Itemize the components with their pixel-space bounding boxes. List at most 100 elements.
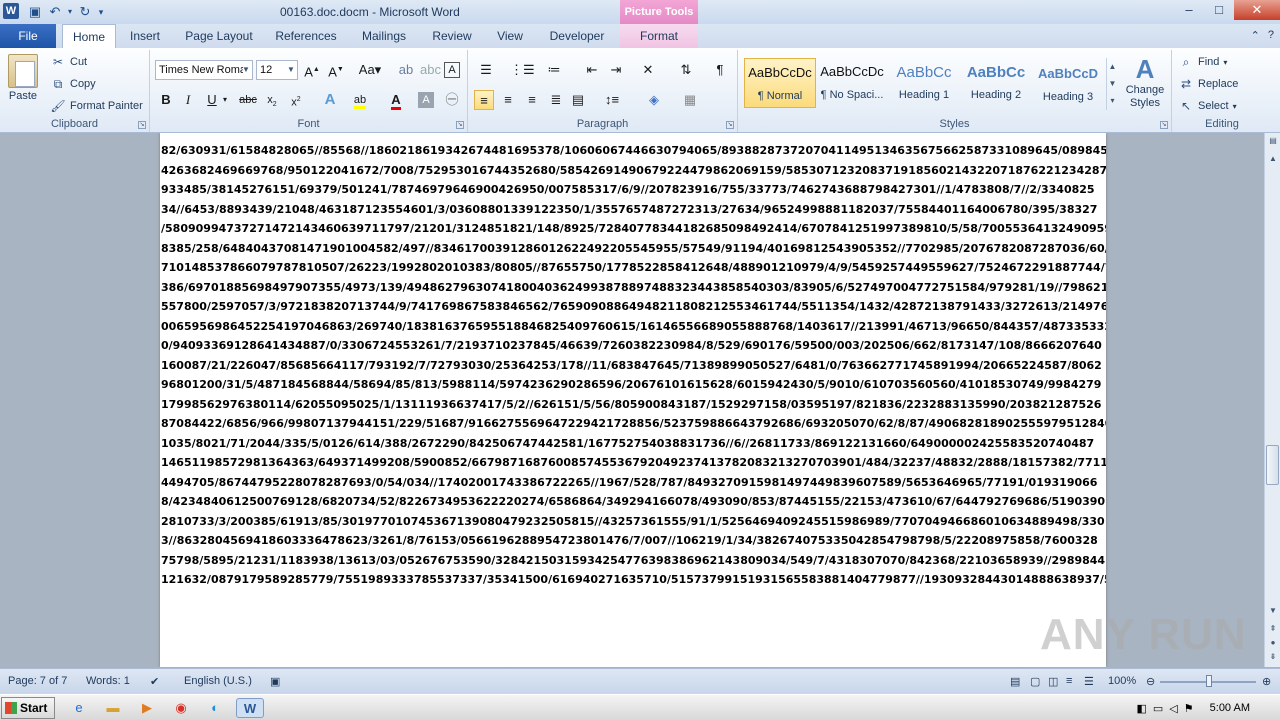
proofing-icon[interactable]: ✔: [150, 675, 159, 688]
clear-formatting-icon[interactable]: ab: [396, 60, 416, 80]
customize-qat-icon[interactable]: ▾: [96, 3, 106, 21]
change-styles-button[interactable]: A Change Styles: [1122, 54, 1168, 110]
highlight-icon[interactable]: ab: [350, 90, 370, 110]
character-shading-icon[interactable]: A: [418, 92, 434, 108]
file-explorer-icon[interactable]: ▬: [102, 698, 124, 718]
print-layout-view-icon[interactable]: ▤: [1010, 675, 1020, 688]
document-line[interactable]: 0/94093369128641434887/0/3306724553261/7…: [160, 336, 1106, 356]
sort-icon[interactable]: ⇅: [676, 60, 696, 80]
page-count[interactable]: Page: 7 of 7: [8, 675, 67, 687]
document-line[interactable]: /58090994737271472143460639711797/21201/…: [160, 219, 1106, 239]
edge-icon[interactable]: ◐: [204, 698, 226, 718]
word-count[interactable]: Words: 1: [86, 675, 130, 687]
tab-insert[interactable]: Insert: [120, 24, 170, 48]
replace-button[interactable]: ⇄ Replace: [1178, 76, 1238, 92]
styles-gallery-scroll[interactable]: ▲ ▼ ▾: [1106, 58, 1118, 110]
macro-record-icon[interactable]: ▣: [270, 675, 280, 688]
borders-icon[interactable]: ▦: [680, 90, 700, 110]
document-line[interactable]: 0065956986452254197046863/269740/1838163…: [160, 317, 1106, 337]
tab-mailings[interactable]: Mailings: [352, 24, 416, 48]
clipboard-launcher-icon[interactable]: ↘: [138, 121, 146, 129]
document-line[interactable]: 14651198572981364363/649371499208/590085…: [160, 453, 1106, 473]
tab-references[interactable]: References: [268, 24, 344, 48]
word-app-icon[interactable]: W: [3, 3, 19, 19]
font-launcher-icon[interactable]: ↘: [456, 121, 464, 129]
minimize-button[interactable]: –: [1174, 0, 1204, 20]
scroll-up-icon[interactable]: ▲: [1265, 151, 1280, 167]
document-line[interactable]: 4494705/86744795228078287693/0/54/034//1…: [160, 473, 1106, 493]
media-player-icon[interactable]: ▶: [136, 698, 158, 718]
copy-button[interactable]: ⧉ Copy: [50, 76, 96, 92]
increase-indent-icon[interactable]: ⇥: [606, 60, 626, 80]
document-line[interactable]: 2810733/3/200385/61913/85/30197701074536…: [160, 512, 1106, 532]
zoom-in-icon[interactable]: ⊕: [1262, 675, 1271, 688]
next-page-icon[interactable]: ⇟: [1265, 649, 1280, 665]
outline-view-icon[interactable]: ≡: [1066, 675, 1072, 687]
shrink-font-icon[interactable]: A▼: [326, 60, 346, 80]
help-icon[interactable]: ?: [1268, 29, 1274, 42]
cut-button[interactable]: ✂ Cut: [50, 54, 87, 70]
show-formatting-marks-icon[interactable]: ¶: [710, 60, 730, 80]
tab-review[interactable]: Review: [424, 24, 480, 48]
asian-layout-icon[interactable]: ✕: [638, 60, 658, 80]
document-line[interactable]: 34//6453/8893439/21048/463187123554601/3…: [160, 200, 1106, 220]
draft-view-icon[interactable]: ☰: [1084, 675, 1094, 688]
tab-view[interactable]: View: [488, 24, 532, 48]
document-line[interactable]: 160087/21/226047/85685664117/793192/7/72…: [160, 356, 1106, 376]
enclose-characters-icon[interactable]: ㊀: [442, 90, 462, 110]
text-effects-icon[interactable]: A: [320, 90, 340, 110]
select-button[interactable]: ↖ Select ▾: [1178, 98, 1237, 114]
font-name-combo[interactable]: Times New Roman ▼: [155, 60, 253, 80]
align-left-icon[interactable]: ≡: [474, 90, 494, 110]
undo-icon[interactable]: ↶: [46, 3, 64, 21]
flag-icon[interactable]: ⚑: [1184, 702, 1194, 715]
scroll-down-icon[interactable]: ▼: [1265, 603, 1280, 619]
document-line[interactable]: 933485/38145276151/69379/501241/78746979…: [160, 180, 1106, 200]
ruler-toggle-icon[interactable]: ▤: [1265, 133, 1280, 149]
tab-home[interactable]: Home: [62, 24, 116, 48]
document-line[interactable]: 1035/8021/71/2044/335/5/0126/614/388/267…: [160, 434, 1106, 454]
align-center-icon[interactable]: ≡: [498, 90, 518, 110]
document-line[interactable]: 87084422/6856/966/99807137944151/229/516…: [160, 414, 1106, 434]
maximize-button[interactable]: □: [1204, 0, 1234, 20]
document-line[interactable]: 75798/5895/21231/1183938/13613/03/052676…: [160, 551, 1106, 571]
format-painter-button[interactable]: 🖌 Format Painter: [50, 98, 142, 114]
bullets-icon[interactable]: ☰: [476, 60, 496, 80]
document-line[interactable]: 8385/258/64840437081471901004582/497//83…: [160, 239, 1106, 259]
start-button[interactable]: Start: [1, 697, 55, 719]
justify-icon[interactable]: ≣: [546, 90, 566, 110]
subscript-icon[interactable]: x2: [262, 90, 282, 110]
vertical-scrollbar[interactable]: ▤ ▲ ▼ ⇞ ● ⇟: [1264, 133, 1280, 667]
bold-icon[interactable]: B: [156, 90, 176, 110]
styles-launcher-icon[interactable]: ↘: [1160, 121, 1168, 129]
undo-dropdown-icon[interactable]: ▾: [66, 3, 74, 21]
decrease-indent-icon[interactable]: ⇤: [582, 60, 602, 80]
document-line[interactable]: 17998562976380114/62055095025/1/13111936…: [160, 395, 1106, 415]
word-taskbar-icon[interactable]: W: [236, 698, 264, 718]
document-line[interactable]: 386/69701885698497907355/4973/139/494862…: [160, 278, 1106, 298]
document-text[interactable]: 82/630931/61584828065//85568//1860218619…: [160, 141, 1106, 590]
network-icon[interactable]: ◧: [1136, 702, 1146, 715]
multilevel-list-icon[interactable]: ≔: [544, 60, 564, 80]
document-line[interactable]: 4263682469669768/950122041672/7008/75295…: [160, 161, 1106, 181]
scrollbar-thumb[interactable]: [1266, 445, 1279, 485]
document-line[interactable]: 82/630931/61584828065//85568//1860218619…: [160, 141, 1106, 161]
underline-icon[interactable]: U: [202, 90, 222, 110]
grow-font-icon[interactable]: A▲: [302, 60, 322, 80]
language-indicator[interactable]: English (U.S.): [184, 675, 252, 687]
italic-icon[interactable]: I: [178, 90, 198, 110]
zoom-out-icon[interactable]: ⊖: [1146, 675, 1155, 688]
style-heading-2[interactable]: AaBbCc Heading 2: [960, 58, 1032, 108]
change-case-icon[interactable]: Aa▾: [356, 60, 384, 80]
numbering-icon[interactable]: ⋮☰: [510, 60, 535, 80]
web-layout-view-icon[interactable]: ◫: [1048, 675, 1058, 688]
shading-icon[interactable]: ◈: [644, 90, 664, 110]
character-border-icon[interactable]: A: [444, 62, 460, 78]
underline-dropdown-icon[interactable]: ▾: [220, 90, 230, 110]
tab-developer[interactable]: Developer: [540, 24, 614, 48]
tab-page-layout[interactable]: Page Layout: [178, 24, 260, 48]
zoom-level[interactable]: 100%: [1108, 675, 1136, 687]
font-size-combo[interactable]: 12 ▼: [256, 60, 298, 80]
document-line[interactable]: 96801200/31/5/487184568844/58694/85/813/…: [160, 375, 1106, 395]
minimize-ribbon-icon[interactable]: ⌃: [1251, 29, 1260, 42]
